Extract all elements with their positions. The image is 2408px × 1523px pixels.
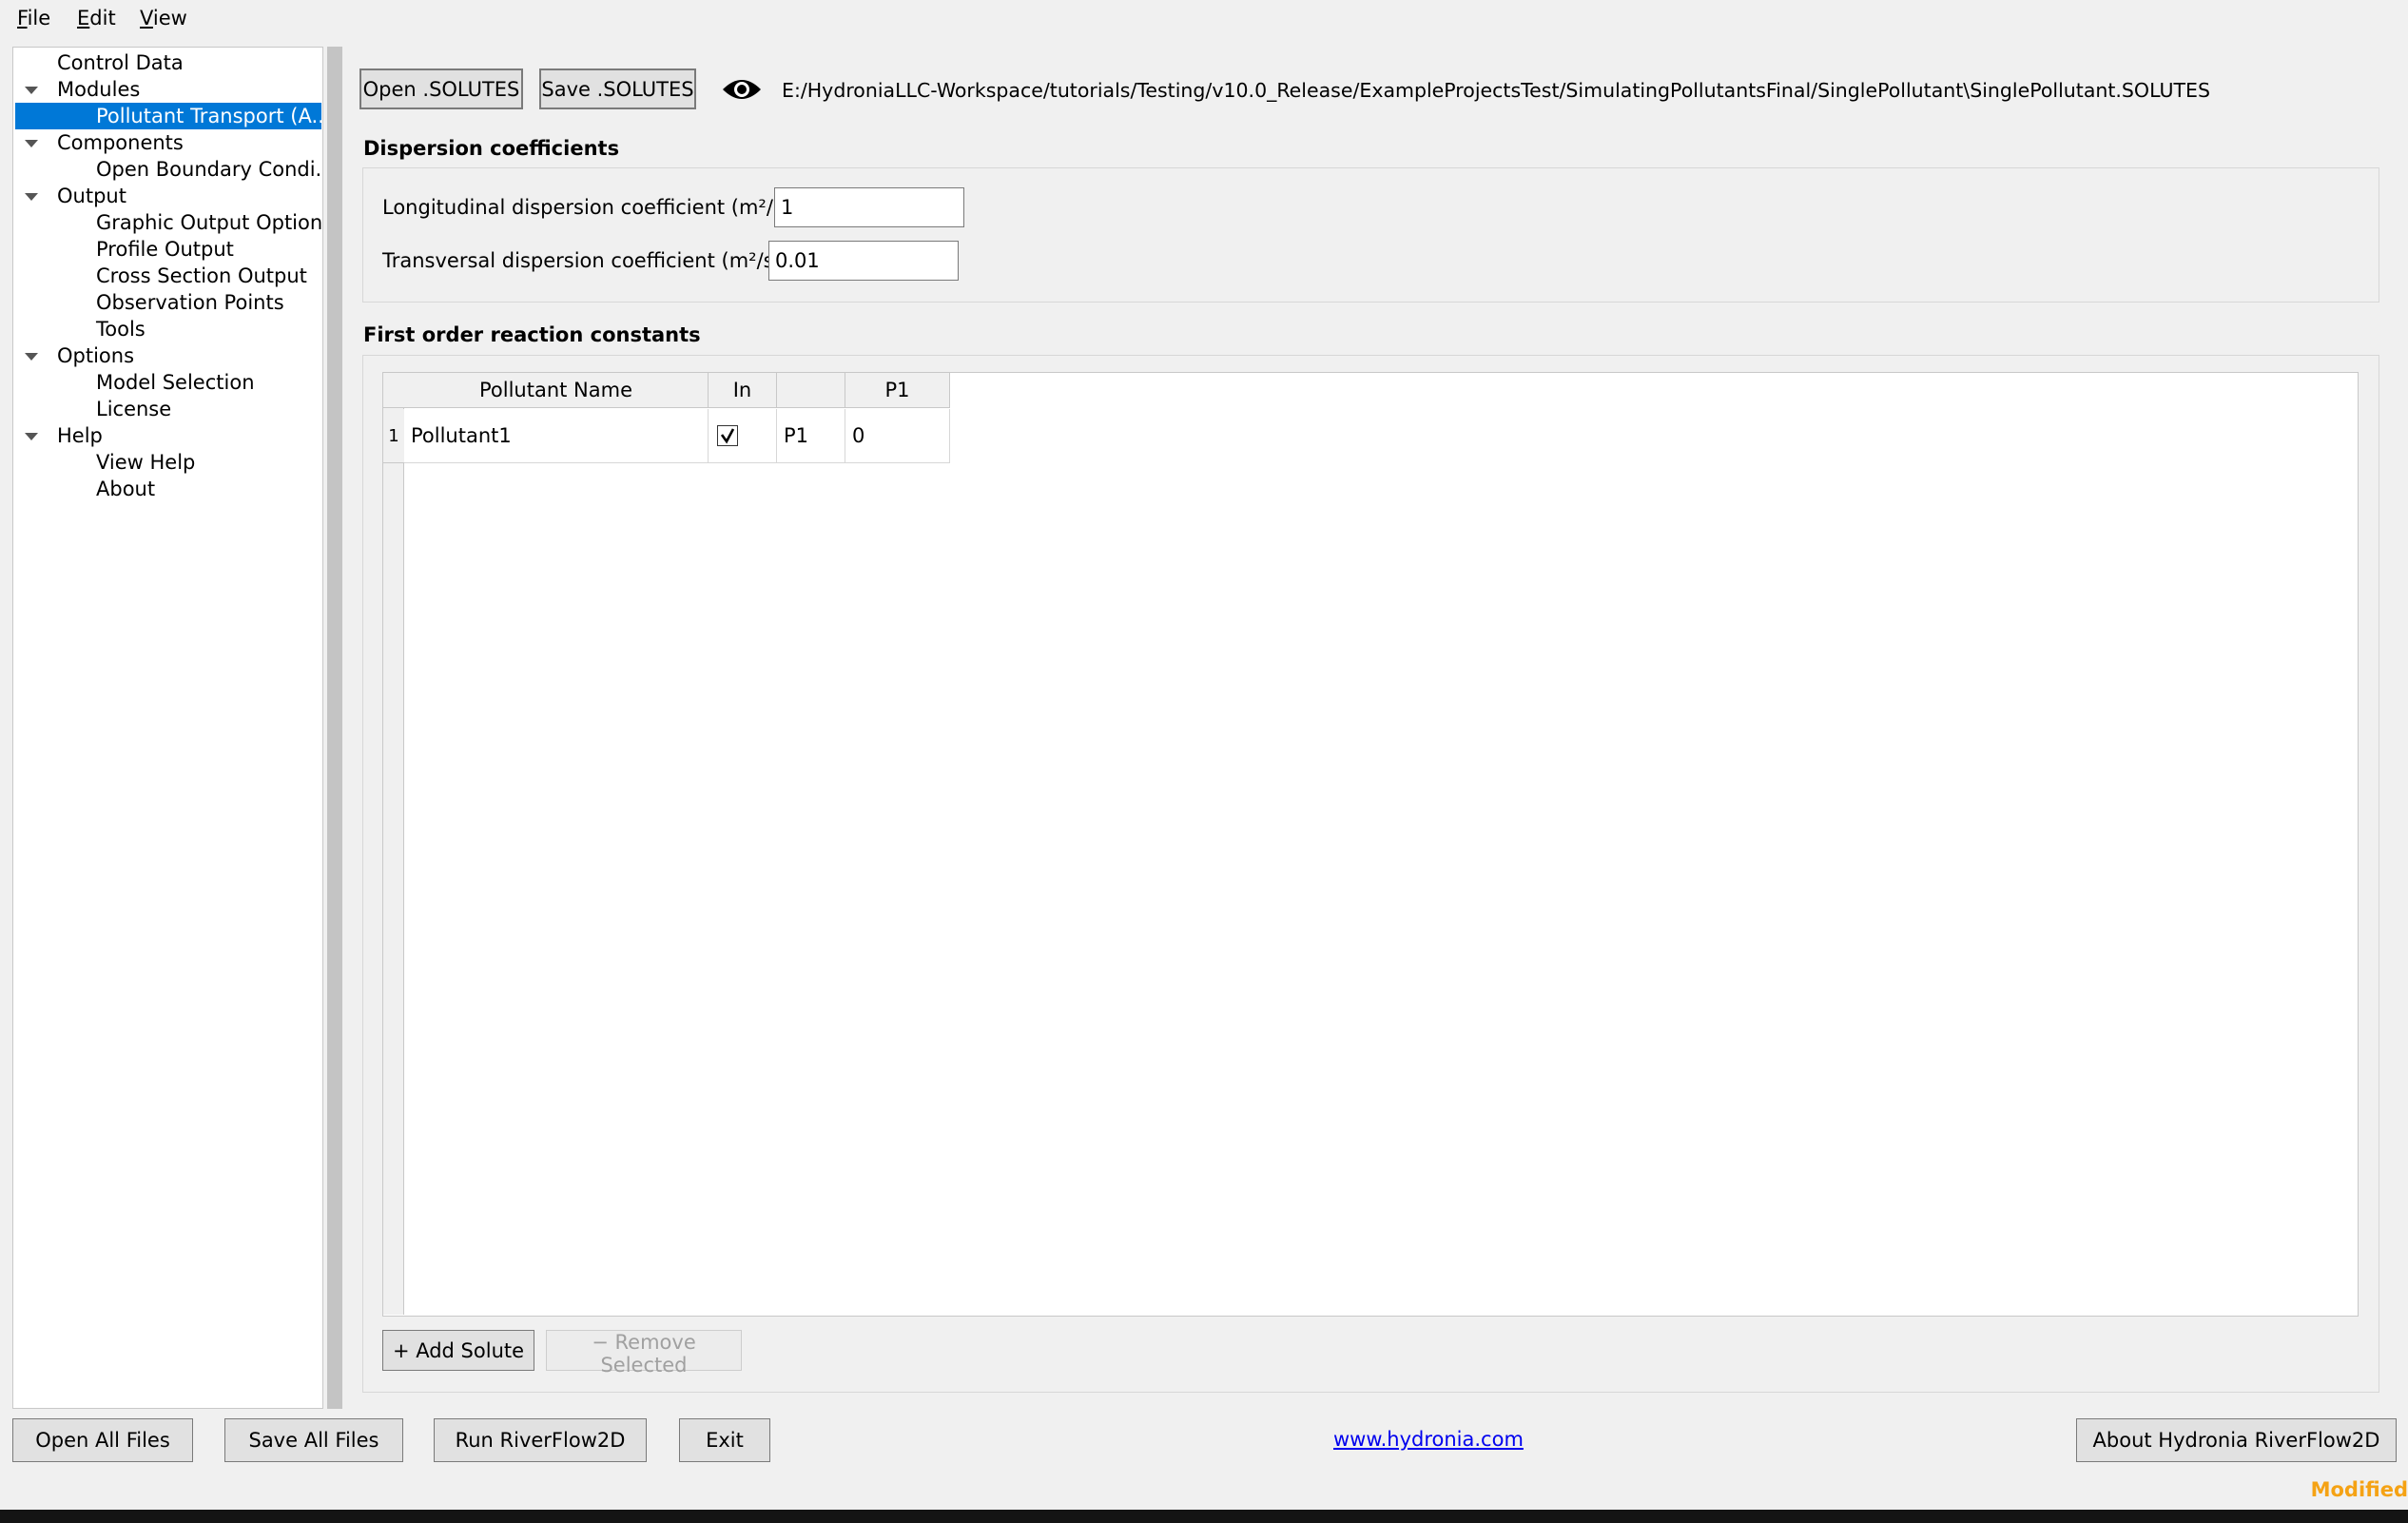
eye-icon[interactable] [721, 76, 763, 103]
open-all-files-button[interactable]: Open All Files [12, 1418, 193, 1462]
menu-view[interactable]: View [134, 4, 193, 32]
cell-in[interactable] [709, 409, 777, 463]
about-hydronia-button[interactable]: About Hydronia RiverFlow2D [2076, 1418, 2397, 1462]
reaction-table[interactable] [382, 372, 2359, 1317]
menu-view-mnemonic: V [140, 7, 153, 29]
navigation-tree[interactable]: Control Data Modules Pollutant Transport… [12, 47, 323, 1409]
expand-arrow-icon[interactable] [25, 433, 38, 440]
expand-arrow-icon[interactable] [25, 140, 38, 147]
dispersion-group [362, 167, 2379, 303]
transversal-coefficient-input[interactable] [768, 241, 959, 281]
tree-item-label: Control Data [57, 51, 184, 74]
menu-edit[interactable]: Edit [71, 4, 122, 32]
tree-item-label: Observation Points [96, 291, 284, 314]
tree-item-label: Profile Output [96, 238, 234, 261]
tree-item-label: View Help [96, 451, 196, 474]
tree-item-about[interactable]: About [13, 476, 322, 502]
longitudinal-label: Longitudinal dispersion coefficient (m²/… [382, 196, 792, 219]
tree-item-label: Modules [57, 78, 141, 101]
tree-item-graphic-output-options[interactable]: Graphic Output Options [13, 209, 322, 236]
run-riverflow2d-button[interactable]: Run RiverFlow2D [434, 1418, 647, 1462]
cell-p1-label[interactable]: P1 [777, 409, 845, 463]
tree-item-options[interactable]: Options [13, 342, 322, 369]
column-header-p1[interactable]: P1 [845, 373, 950, 408]
tree-item-help[interactable]: Help [13, 422, 322, 449]
menu-file-mnemonic: F [17, 7, 28, 29]
save-solutes-button[interactable]: Save .SOLUTES [539, 68, 696, 109]
tree-item-output[interactable]: Output [13, 183, 322, 209]
save-all-files-button[interactable]: Save All Files [224, 1418, 403, 1462]
tree-item-model-selection[interactable]: Model Selection [13, 369, 322, 396]
table-row-header-column [383, 373, 404, 1315]
tree-item-modules[interactable]: Modules [13, 76, 322, 103]
add-solute-button[interactable]: + Add Solute [382, 1330, 534, 1371]
tree-item-label: Pollutant Transport (A... [96, 105, 321, 127]
column-header-in[interactable]: In [709, 373, 777, 408]
tree-item-label: About [96, 478, 156, 500]
menu-bar: File Edit View [0, 0, 2408, 36]
expand-arrow-icon[interactable] [25, 87, 38, 94]
status-modified: Modified [2310, 1478, 2408, 1501]
solutes-file-path: E:/HydroniaLLC-Workspace/tutorials/Testi… [782, 79, 2210, 102]
hydronia-website-link[interactable]: www.hydronia.com [1333, 1428, 1524, 1451]
transversal-label: Transversal dispersion coefficient (m²/s… [382, 249, 782, 272]
tree-item-label: Model Selection [96, 371, 255, 394]
in-checkbox[interactable] [717, 425, 738, 446]
bottom-edge-bar [0, 1510, 2408, 1523]
tree-item-profile-output[interactable]: Profile Output [13, 236, 322, 263]
tree-item-label: Components [57, 131, 184, 154]
tree-item-label: License [96, 398, 172, 420]
cell-pollutant-name[interactable]: Pollutant1 [404, 409, 709, 463]
tree-item-label: Tools [96, 318, 146, 341]
tree-item-label: Open Boundary Condi... [96, 158, 322, 181]
menu-edit-label: dit [89, 7, 116, 29]
tree-item-observation-points[interactable]: Observation Points [13, 289, 322, 316]
splitter-handle[interactable] [327, 47, 342, 1409]
tree-item-label: Options [57, 344, 135, 367]
exit-button[interactable]: Exit [679, 1418, 770, 1462]
row-header[interactable]: 1 [383, 409, 404, 463]
tree-item-view-help[interactable]: View Help [13, 449, 322, 476]
tree-item-pollutant-transport[interactable]: Pollutant Transport (A... [15, 103, 321, 129]
menu-file[interactable]: File [11, 4, 56, 32]
tree-item-license[interactable]: License [13, 396, 322, 422]
remove-selected-button[interactable]: − Remove Selected [546, 1330, 742, 1377]
tree-item-cross-section-output[interactable]: Cross Section Output [13, 263, 322, 289]
open-solutes-button[interactable]: Open .SOLUTES [359, 68, 523, 109]
menu-view-label: iew [152, 7, 187, 29]
checkmark-icon [720, 428, 735, 444]
menu-file-label: ile [27, 7, 51, 29]
longitudinal-coefficient-input[interactable] [774, 187, 964, 227]
tree-item-components[interactable]: Components [13, 129, 322, 156]
cell-p1-value[interactable]: 0 [845, 409, 950, 463]
reaction-section-title: First order reaction constants [363, 323, 701, 346]
column-header-blank[interactable] [777, 373, 845, 408]
tree-item-label: Graphic Output Options [96, 211, 322, 234]
tree-item-control-data[interactable]: Control Data [13, 49, 322, 76]
dispersion-section-title: Dispersion coefficients [363, 137, 620, 160]
tree-item-tools[interactable]: Tools [13, 316, 322, 342]
tree-item-label: Cross Section Output [96, 264, 307, 287]
menu-edit-mnemonic: E [77, 7, 90, 29]
tree-item-label: Help [57, 424, 103, 447]
expand-arrow-icon[interactable] [25, 193, 38, 201]
table-corner[interactable] [383, 373, 404, 408]
tree-item-label: Output [57, 185, 126, 207]
tree-item-open-boundary-conditions[interactable]: Open Boundary Condi... [13, 156, 322, 183]
column-header-pollutant-name[interactable]: Pollutant Name [404, 373, 709, 408]
expand-arrow-icon[interactable] [25, 353, 38, 361]
